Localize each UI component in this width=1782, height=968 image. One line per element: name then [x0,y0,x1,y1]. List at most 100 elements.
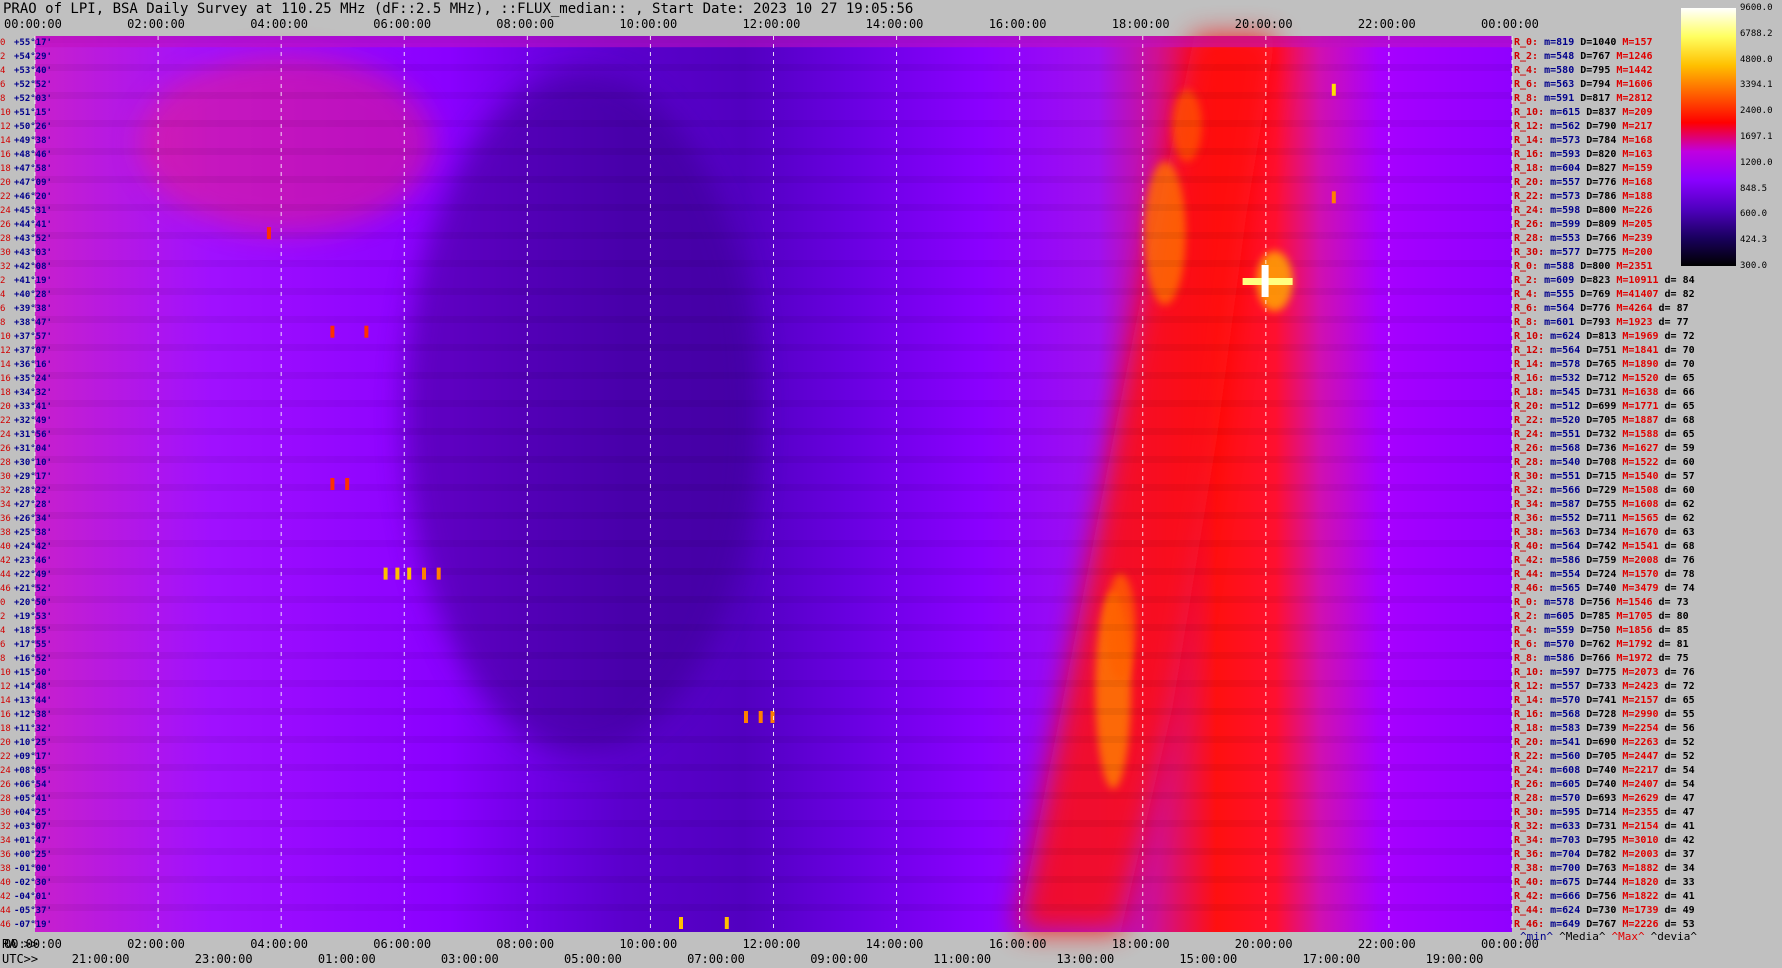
stats-min: m=554 [1550,569,1587,580]
stats-max: M=4264 [1616,303,1659,314]
utc-tick-label: 23:00:00 [194,952,253,966]
declination-value: +13°44' [14,696,52,706]
top-tick-label: 14:00:00 [865,17,924,31]
stats-min: m=593 [1550,149,1587,160]
declination-value: -04°01' [14,892,52,902]
row-index: 6 [0,80,6,90]
colorbar-tick-label: 424.3 [1740,235,1768,246]
stats-deviation: d= 77 [1658,317,1689,328]
stats-median: D=734 [1586,527,1623,538]
stats-max: M=159 [1622,163,1653,174]
stats-min: m=552 [1550,513,1587,524]
row-index: 6 [0,304,6,314]
stats-row: R_12: m=557 D=733 M=2423 d= 72 [1514,681,1695,693]
declination-value: +43°52' [14,234,52,244]
ra-tick-label: 12:00:00 [742,937,801,951]
stats-median: D=800 [1580,261,1617,272]
declination-label: 6 +17°55' [0,640,52,650]
colorbar-tick-label: 300.0 [1740,261,1768,271]
stats-row: R_32: m=566 D=729 M=1508 d= 60 [1514,485,1695,497]
stats-row: R_6: m=570 D=762 M=1792 d= 81 [1514,639,1689,651]
stats-min: m=566 [1550,485,1587,496]
stats-min: m=555 [1544,289,1581,300]
top-tick-label: 12:00:00 [742,17,801,31]
stats-median: D=736 [1586,443,1623,454]
stats-median: D=715 [1586,471,1623,482]
stats-median: D=724 [1586,569,1623,580]
stats-label: R_2: [1514,51,1545,62]
stats-deviation: d= 80 [1658,611,1689,622]
row-index: 12 [0,122,11,132]
stats-deviation: d= 78 [1664,569,1695,580]
utc-tick-label: 13:00:00 [1056,952,1115,966]
declination-label: 16 +48°46' [0,150,52,160]
stats-median: D=708 [1586,457,1623,468]
declination-label: 42 +23°46' [0,556,52,566]
stats-max: M=3010 [1622,835,1665,846]
stats-label: R_6: [1514,639,1545,650]
stats-deviation: d= 85 [1658,625,1689,636]
interference-spot-2 [407,567,412,580]
stats-deviation: d= 81 [1658,639,1689,650]
stats-max: M=200 [1622,247,1653,258]
stats-label: R_34: [1514,835,1551,846]
stats-median: D=755 [1586,499,1623,510]
stats-median: D=767 [1580,51,1617,62]
stats-label: R_20: [1514,737,1551,748]
row-index: 18 [0,164,11,174]
ra-tick-label: 16:00:00 [988,937,1047,951]
stats-max: M=1588 [1622,429,1665,440]
declination-label: 16 +12°38' [0,710,52,720]
stats-deviation: d= 65 [1664,401,1695,412]
stats-median: D=766 [1580,653,1617,664]
ra-tick-label: 14:00:00 [865,937,924,951]
declination-label: 32 +28°22' [0,486,52,496]
declination-label: 30 +29°17' [0,472,52,482]
stats-max: M=1792 [1616,639,1659,650]
row-index: 46 [0,584,11,594]
stats-deviation: d= 70 [1664,345,1695,356]
stats-max: M=2217 [1622,765,1665,776]
stats-row: R_10: m=597 D=775 M=2073 d= 76 [1514,667,1695,679]
stats-min: m=578 [1544,597,1581,608]
stats-max: M=1882 [1622,863,1665,874]
top-tick-label: 04:00:00 [250,17,308,31]
stats-deviation: d= 52 [1664,751,1695,762]
declination-value: +46°20' [14,192,52,202]
stats-min: m=563 [1544,79,1581,90]
stats-min: m=540 [1550,457,1587,468]
stats-deviation: d= 87 [1658,303,1689,314]
declination-value: +33°41' [14,402,52,412]
stats-min: m=633 [1550,821,1587,832]
stats-deviation: d= 72 [1664,331,1695,342]
declination-label: 4 +53°40' [0,66,52,76]
declination-value: +12°38' [14,710,52,720]
stats-label: R_2: [1514,275,1545,286]
stats-deviation: d= 53 [1664,919,1695,930]
declination-label: 24 +45°31' [0,206,52,216]
row-index: 14 [0,696,11,706]
row-index: 14 [0,136,11,146]
stats-median: D=776 [1586,177,1623,188]
declination-label: 28 +30°10' [0,458,52,468]
row-index: 28 [0,458,11,468]
stats-median: D=765 [1586,359,1623,370]
top-tick-label: 10:00:00 [619,17,678,31]
declination-value: +24°42' [14,542,52,552]
stats-label: R_22: [1514,191,1551,202]
declination-label: 26 +06°54' [0,780,52,790]
stats-row: R_12: m=562 D=790 M=217 [1514,121,1652,133]
declination-value: +28°22' [14,486,52,496]
stats-min: m=666 [1550,891,1587,902]
stats-median: D=728 [1586,709,1623,720]
row-index: 8 [0,94,6,104]
row-index: 32 [0,262,11,272]
declination-value: +16°52' [14,654,52,664]
stats-min: m=595 [1550,807,1587,818]
row-index: 10 [0,108,11,118]
row-index: 2 [0,52,6,62]
declination-label: 30 +04°25' [0,808,52,818]
declination-value: +36°16' [14,360,52,370]
stats-label: R_30: [1514,807,1551,818]
declination-value: +45°31' [14,206,52,216]
